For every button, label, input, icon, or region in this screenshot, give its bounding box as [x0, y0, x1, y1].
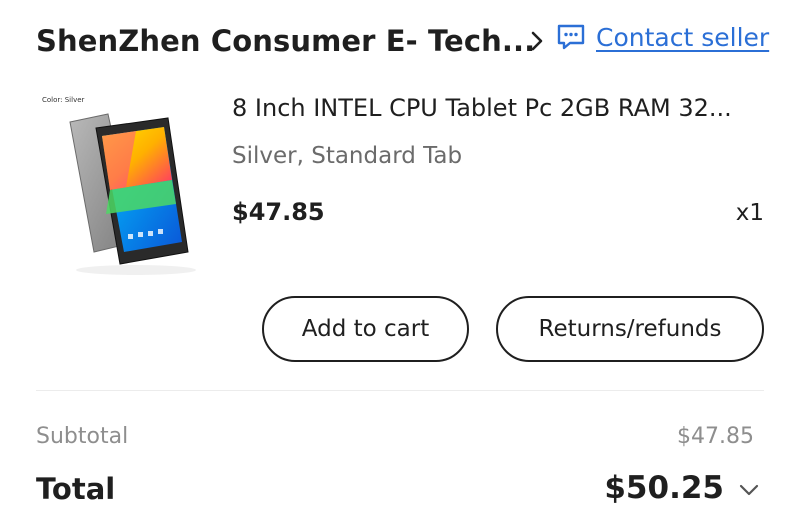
- total-label: Total: [36, 472, 116, 506]
- returns-refunds-button[interactable]: Returns/refunds: [496, 296, 764, 362]
- add-to-cart-button[interactable]: Add to cart: [262, 296, 469, 362]
- divider: [36, 390, 764, 391]
- chat-icon: [557, 24, 585, 50]
- chevron-right-icon[interactable]: [524, 28, 550, 54]
- store-name[interactable]: ShenZhen Consumer E- Tech...: [36, 24, 535, 58]
- store-header: ShenZhen Consumer E- Tech... Contact sel…: [36, 18, 769, 64]
- contact-seller-link[interactable]: Contact seller: [556, 22, 769, 52]
- product-price: $47.85: [232, 198, 325, 226]
- product-variant: Silver, Standard Tab: [232, 143, 463, 169]
- total-value: $50.25: [604, 470, 724, 506]
- contact-seller-label: Contact seller: [596, 22, 770, 52]
- product-image-caption: Color: Silver: [42, 96, 85, 104]
- product-title[interactable]: 8 Inch INTEL CPU Tablet Pc 2GB RAM 32...: [232, 94, 732, 122]
- chevron-down-icon[interactable]: [736, 478, 762, 502]
- product-quantity: x1: [735, 200, 764, 226]
- order-page: ShenZhen Consumer E- Tech... Contact sel…: [0, 0, 800, 524]
- subtotal-value: $47.85: [677, 424, 754, 449]
- subtotal-label: Subtotal: [36, 424, 129, 449]
- product-image[interactable]: [36, 92, 216, 282]
